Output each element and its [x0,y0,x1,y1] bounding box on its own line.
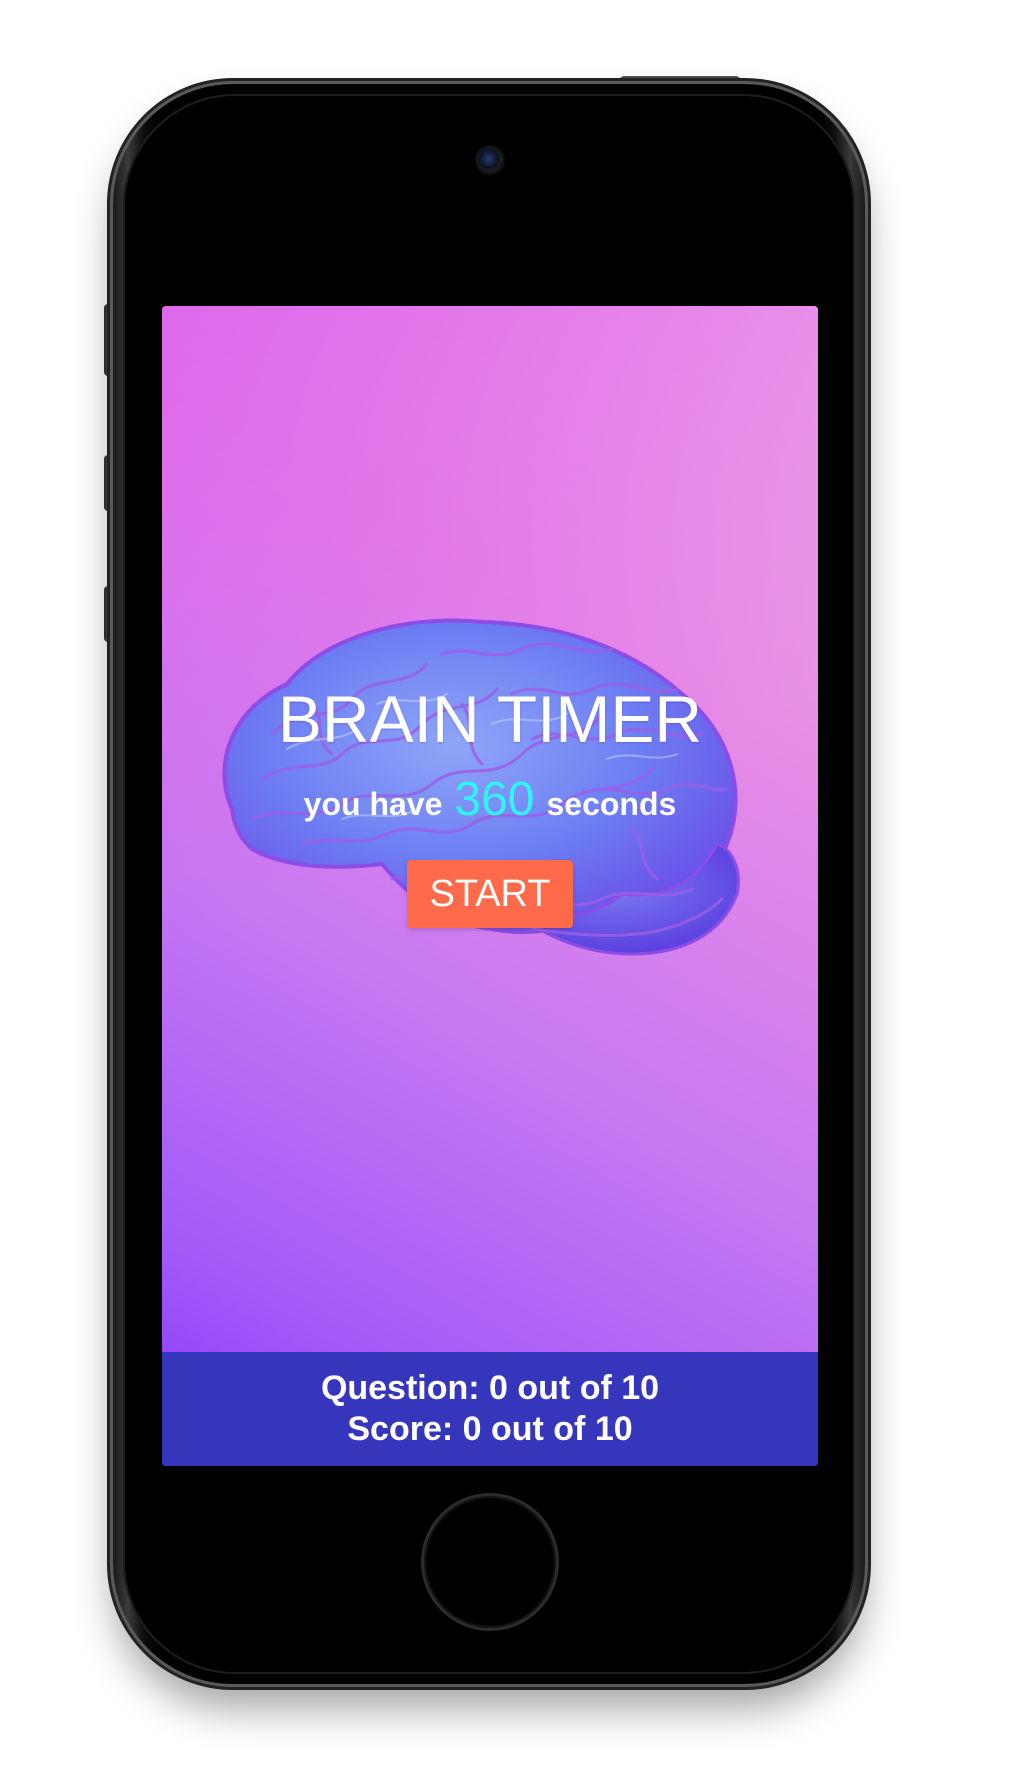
status-footer: Question: 0 out of 10 Score: 0 out of 10 [162,1352,818,1466]
time-remaining-line: you have 360 seconds [162,776,818,824]
start-button[interactable]: START [407,860,573,928]
front-camera [477,147,503,173]
subtitle-prefix: you have [303,786,443,822]
question-counter: Question: 0 out of 10 [320,1368,660,1407]
device-mockup: BRAIN TIMER you have 360 seconds START Q… [0,0,1010,1781]
app-screen: BRAIN TIMER you have 360 seconds START Q… [162,306,818,1466]
app-title: BRAIN TIMER [277,682,703,756]
subtitle-suffix: seconds [546,786,677,822]
score-counter: Score: 0 out of 10 [347,1410,633,1448]
title-block: BRAIN TIMER you have 360 seconds [162,686,818,824]
home-button [424,1496,556,1628]
seconds-value: 360 [454,773,535,826]
